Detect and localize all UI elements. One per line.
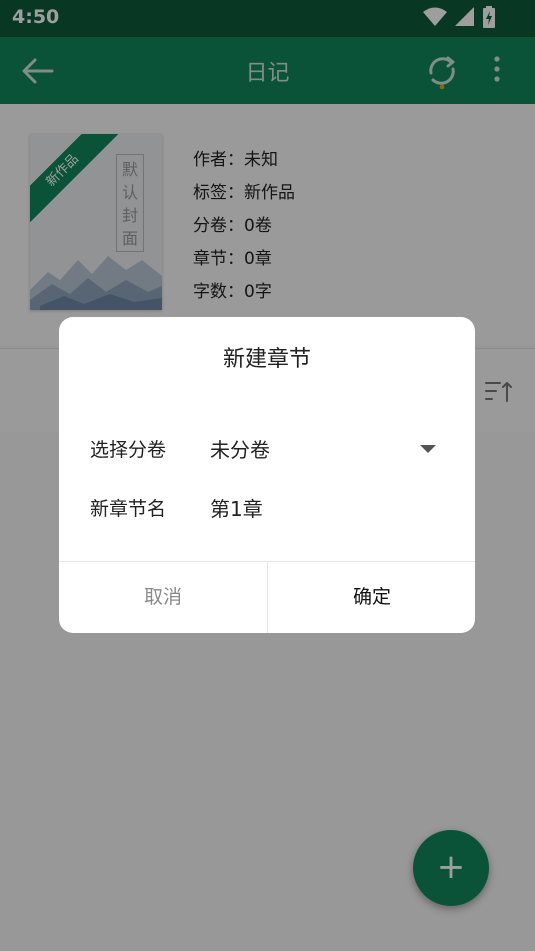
- volume-select[interactable]: 未分卷: [210, 434, 270, 463]
- cancel-button[interactable]: 取消: [59, 562, 267, 633]
- dialog-title: 新建章节: [222, 347, 311, 372]
- dropdown-caret-icon[interactable]: [419, 444, 437, 454]
- chapter-name-label: 新章节名: [90, 498, 167, 520]
- volume-select-label: 选择分卷: [90, 439, 167, 461]
- chapter-name-input[interactable]: 第1章: [210, 493, 263, 522]
- confirm-button[interactable]: 确定: [268, 562, 475, 633]
- new-chapter-dialog: 新建章节 选择分卷 未分卷 新章节名 第1章 取消 确定: [59, 317, 475, 633]
